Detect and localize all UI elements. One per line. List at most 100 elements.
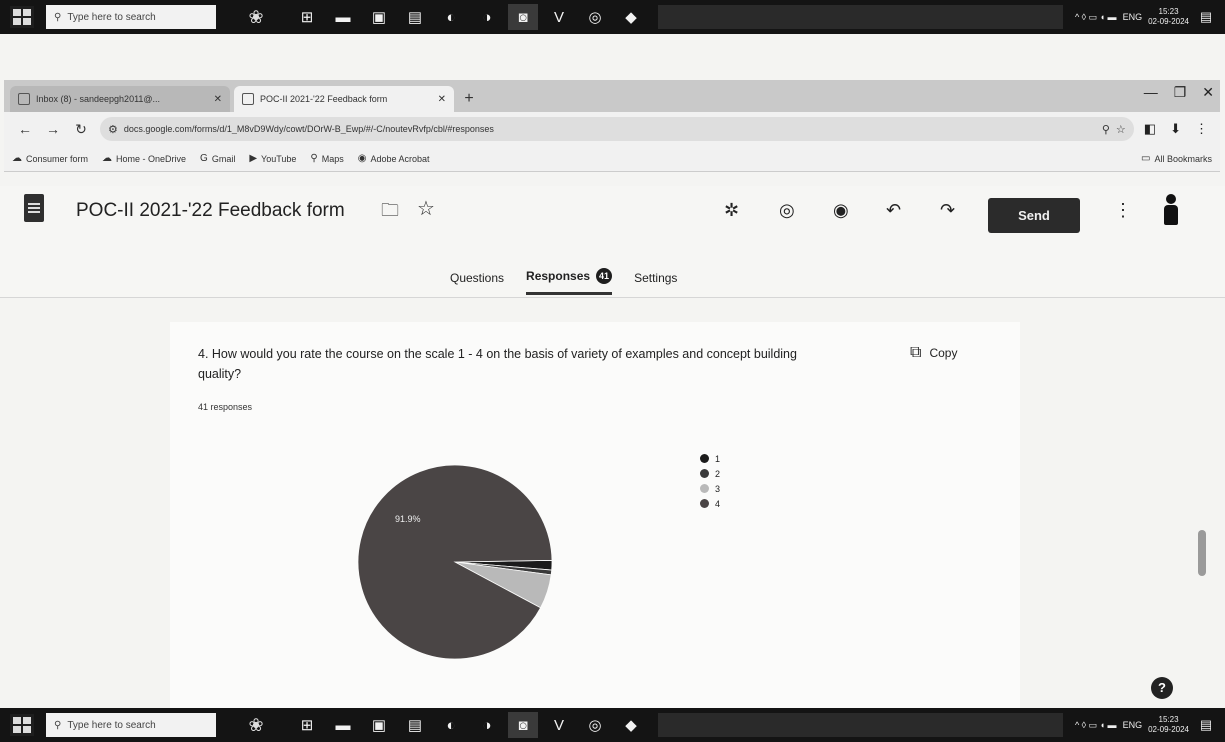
taskbar-app-icon[interactable]: ◙ bbox=[508, 4, 538, 30]
taskbar-search-placeholder: Type here to search bbox=[67, 11, 156, 23]
language-indicator[interactable]: ENG bbox=[1123, 12, 1143, 22]
clock-time: 15:23 bbox=[1158, 7, 1179, 16]
avatar[interactable] bbox=[1162, 194, 1180, 226]
bookmark-item[interactable]: ☁ Consumer form bbox=[12, 153, 88, 164]
url-text: docs.google.com/forms/d/1_M8vD9Wdy/cowt/… bbox=[123, 124, 494, 134]
scrollbar-thumb[interactable] bbox=[1198, 530, 1206, 576]
notification-icon[interactable]: ▤ bbox=[1195, 6, 1217, 28]
bookmark-icon: ⚲ bbox=[310, 153, 318, 164]
undo-icon[interactable]: ↶ bbox=[886, 200, 901, 221]
move-to-folder-icon[interactable]: 🗀 bbox=[381, 198, 399, 228]
taskbar-app-icon[interactable]: ▤ bbox=[400, 4, 430, 30]
legend-swatch bbox=[700, 499, 709, 508]
taskbar-apps: ⊞ ▬ ▣ ▤ ◐ ◑ ◙ V ◎ ◆ bbox=[292, 712, 646, 738]
taskbar-app-icon[interactable]: ◎ bbox=[580, 4, 610, 30]
tab-settings[interactable]: Settings bbox=[634, 268, 677, 295]
taskbar-app-icon[interactable]: ◐ bbox=[436, 712, 466, 738]
taskbar-app-icon[interactable]: ◙ bbox=[508, 712, 538, 738]
bookmark-item[interactable]: ▶ YouTube bbox=[249, 153, 296, 164]
taskbar-app-icon[interactable]: ▣ bbox=[364, 712, 394, 738]
restore-icon[interactable]: ❐ bbox=[1174, 84, 1187, 101]
back-icon[interactable]: ← bbox=[16, 121, 34, 137]
taskbar-app-icon[interactable]: ◐ bbox=[436, 4, 466, 30]
taskbar-app-icon[interactable]: ◎ bbox=[580, 712, 610, 738]
bookmark-icon: ☁ bbox=[102, 153, 113, 164]
taskbar-app-icon[interactable]: ⊞ bbox=[292, 712, 322, 738]
legend-label: 1 bbox=[715, 453, 721, 464]
tab-questions[interactable]: Questions bbox=[450, 268, 504, 295]
more-options-icon[interactable]: ⋮ bbox=[1114, 200, 1132, 221]
folder-icon: ▭ bbox=[1141, 153, 1151, 164]
taskbar-search-box[interactable]: ⚲ Type here to search bbox=[46, 5, 216, 29]
legend-item: 2 bbox=[700, 467, 720, 480]
clock[interactable]: 15:23 02-09-2024 bbox=[1148, 7, 1189, 27]
taskbar-app-icon[interactable]: V bbox=[544, 712, 574, 738]
new-tab-icon[interactable]: + bbox=[458, 88, 480, 110]
close-window-icon[interactable]: ✕ bbox=[1202, 84, 1214, 101]
legend-label: 3 bbox=[715, 483, 721, 494]
taskbar-search-box[interactable]: ⚲ Type here to search bbox=[46, 713, 216, 737]
tray-icons[interactable]: ^ ◊ ▭ ◖ ▬ bbox=[1075, 12, 1117, 23]
close-tab-icon[interactable]: ✕ bbox=[214, 94, 222, 105]
bookmark-icon: ◉ bbox=[357, 153, 367, 164]
bookmark-item[interactable]: ◉ Adobe Acrobat bbox=[358, 153, 430, 164]
bookmark-item[interactable]: ☁ Home - OneDrive bbox=[102, 153, 186, 164]
bookmark-star-icon[interactable]: ☆ bbox=[1116, 123, 1126, 136]
search-highlight-icon[interactable]: ❀ bbox=[234, 713, 278, 737]
bookmark-label: YouTube bbox=[261, 153, 297, 164]
chart-legend: 1 2 3 4 bbox=[700, 452, 720, 510]
close-tab-icon[interactable]: ✕ bbox=[438, 94, 446, 105]
bookmark-icon: ☁ bbox=[12, 153, 22, 164]
star-icon[interactable]: ☆ bbox=[417, 196, 435, 221]
bookmark-label: Adobe Acrobat bbox=[370, 153, 430, 164]
taskbar-app-icon[interactable]: ▤ bbox=[400, 712, 430, 738]
taskbar-app-icon[interactable]: ⊞ bbox=[292, 4, 322, 30]
form-tabs: Questions Responses 41 Settings bbox=[450, 268, 677, 295]
taskbar-app-icon[interactable]: ◑ bbox=[472, 712, 502, 738]
forward-icon[interactable]: → bbox=[44, 121, 62, 137]
redo-icon[interactable]: ↷ bbox=[940, 200, 955, 221]
minimize-icon[interactable]: — bbox=[1144, 84, 1158, 101]
help-icon[interactable]: ? bbox=[1151, 677, 1173, 699]
legend-label: 2 bbox=[715, 468, 721, 479]
search-highlight-icon[interactable]: ❀ bbox=[234, 5, 278, 29]
taskbar-app-icon[interactable]: ▬ bbox=[328, 712, 358, 738]
send-button[interactable]: Send bbox=[988, 198, 1080, 233]
notification-icon[interactable]: ▤ bbox=[1195, 714, 1217, 736]
bookmark-label: Consumer form bbox=[26, 153, 89, 164]
taskbar-app-icon[interactable]: ▣ bbox=[364, 4, 394, 30]
taskbar-app-icon[interactable]: ◆ bbox=[616, 712, 646, 738]
menu-icon[interactable]: ⋮ bbox=[1195, 121, 1208, 137]
taskbar-search-placeholder: Type here to search bbox=[67, 719, 156, 731]
reload-icon[interactable]: ↻ bbox=[72, 121, 90, 138]
clock[interactable]: 15:23 02-09-2024 bbox=[1148, 715, 1189, 735]
windows-start-icon[interactable] bbox=[10, 714, 34, 736]
copy-chart-button[interactable]: ⧉ Copy bbox=[910, 344, 957, 362]
bookmark-icon: ▶ bbox=[249, 153, 258, 164]
search-icon[interactable]: ⚲ bbox=[1102, 123, 1110, 136]
download-icon[interactable]: ⬇ bbox=[1170, 121, 1181, 137]
tab-responses[interactable]: Responses 41 bbox=[526, 268, 613, 295]
tray-icons[interactable]: ^ ◊ ▭ ◖ ▬ bbox=[1075, 720, 1117, 731]
form-title[interactable]: POC-II 2021-'22 Feedback form bbox=[76, 200, 345, 222]
taskbar-app-icon[interactable]: V bbox=[544, 4, 574, 30]
extension-icon[interactable]: ◧ bbox=[1144, 121, 1156, 137]
browser-tab-gmail[interactable]: Inbox (8) - sandeepgh2011@... ✕ bbox=[10, 86, 230, 112]
taskbar-app-icon[interactable]: ▬ bbox=[328, 4, 358, 30]
site-info-icon[interactable]: ⚙ bbox=[108, 123, 118, 136]
language-indicator[interactable]: ENG bbox=[1123, 720, 1143, 730]
palette-icon[interactable]: ◎ bbox=[779, 200, 795, 221]
taskbar-app-icon[interactable]: ◆ bbox=[616, 4, 646, 30]
windows-start-icon[interactable] bbox=[10, 6, 34, 28]
browser-tab-forms[interactable]: POC-II 2021-'22 Feedback form ✕ bbox=[234, 86, 454, 112]
bookmark-item[interactable]: G Gmail bbox=[200, 153, 235, 164]
bookmark-item[interactable]: ⚲ Maps bbox=[310, 153, 343, 164]
taskbar-app-icon[interactable]: ◑ bbox=[472, 4, 502, 30]
address-bar[interactable]: ⚙ docs.google.com/forms/d/1_M8vD9Wdy/cow… bbox=[100, 117, 1134, 141]
add-ons-icon[interactable]: ✲ bbox=[724, 200, 739, 221]
all-bookmarks-button[interactable]: ▭ All Bookmarks bbox=[1141, 153, 1212, 164]
legend-swatch bbox=[700, 454, 709, 463]
preview-eye-icon[interactable]: ◉ bbox=[833, 200, 849, 221]
google-forms-logo-icon[interactable] bbox=[24, 194, 44, 222]
all-bookmarks-label: All Bookmarks bbox=[1154, 153, 1212, 164]
